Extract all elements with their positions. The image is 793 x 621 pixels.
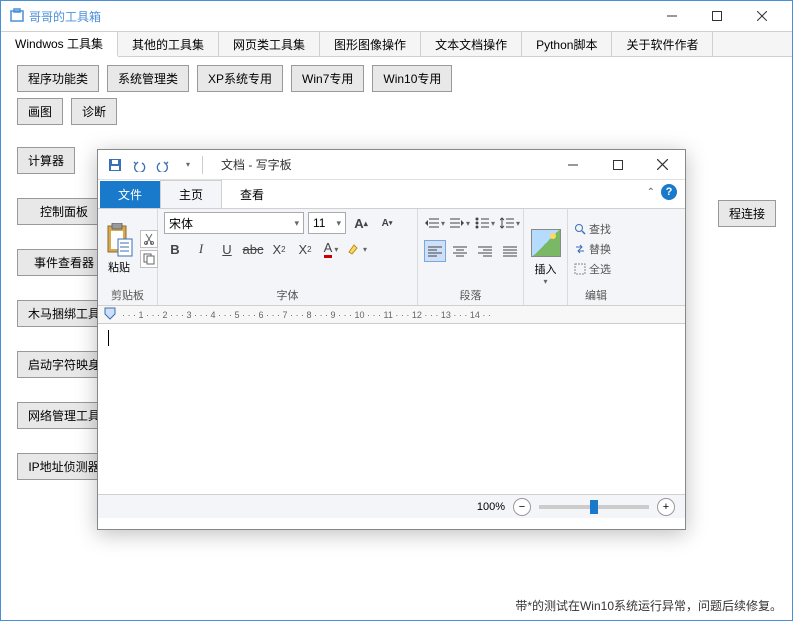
superscript-button[interactable]: X2 (294, 238, 316, 260)
paste-label: 粘贴 (108, 259, 130, 275)
ruler[interactable]: · · · 1 · · · 2 · · · 3 · · · 4 · · · 5 … (98, 306, 685, 324)
insert-picture-button[interactable]: 插入 ▾ (531, 229, 561, 286)
save-icon[interactable] (104, 154, 126, 176)
close-button[interactable] (739, 2, 784, 30)
font-name-select[interactable]: 宋体▾ (164, 212, 304, 234)
category-button[interactable]: 程序功能类 (17, 65, 99, 92)
menu-tab[interactable]: 文本文档操作 (421, 32, 522, 56)
category-button[interactable]: Win7专用 (291, 65, 364, 92)
view-tab[interactable]: 查看 (222, 181, 282, 208)
find-button[interactable]: 查找 (574, 221, 611, 237)
edit-label: 编辑 (574, 286, 618, 304)
home-tab[interactable]: 主页 (160, 180, 222, 208)
edit-group: 查找 替换 全选 编辑 (568, 209, 624, 305)
align-left-button[interactable] (424, 240, 446, 262)
menubar: Windwos 工具集 其他的工具集 网页类工具集 图形图像操作 文本文档操作 … (1, 31, 792, 57)
menu-tab[interactable]: Python脚本 (522, 32, 612, 56)
menu-tab[interactable]: 其他的工具集 (118, 32, 219, 56)
grow-font-button[interactable]: A▴ (350, 212, 372, 234)
insert-group-label (530, 302, 561, 304)
zoom-slider[interactable] (539, 505, 649, 509)
undo-icon[interactable] (128, 154, 150, 176)
align-center-button[interactable] (449, 240, 471, 262)
tool-button[interactable]: 程连接 (718, 200, 776, 227)
menu-tab[interactable]: 关于软件作者 (612, 32, 713, 56)
footer-note: 带*的测试在Win10系统运行异常，问题后续修复。 (515, 597, 782, 614)
file-tab[interactable]: 文件 (100, 181, 160, 208)
indent-marker-icon[interactable] (104, 307, 116, 323)
para-label: 段落 (424, 286, 517, 304)
font-color-button[interactable]: A (320, 238, 342, 260)
shrink-font-button[interactable]: A▾ (376, 212, 398, 234)
select-all-button[interactable]: 全选 (574, 261, 611, 277)
status-bar: 100% − + (98, 494, 685, 518)
underline-button[interactable]: U (216, 238, 238, 260)
category-button[interactable]: XP系统专用 (197, 65, 283, 92)
ribbon-tabs: 文件 主页 查看 ⌃ ? (98, 180, 685, 208)
insert-label: 插入 (535, 261, 557, 277)
italic-button[interactable]: I (190, 238, 212, 260)
justify-button[interactable] (499, 240, 521, 262)
bold-button[interactable]: B (164, 238, 186, 260)
tool-row: 画图 诊断 (1, 96, 792, 129)
redo-icon[interactable] (152, 154, 174, 176)
zoom-value: 100% (477, 501, 505, 513)
insert-group: 插入 ▾ (524, 209, 568, 305)
category-button[interactable]: 系统管理类 (107, 65, 189, 92)
tool-button[interactable]: 画图 (17, 98, 63, 125)
cut-button[interactable] (140, 230, 158, 248)
text-cursor (108, 330, 109, 346)
tool-button[interactable]: 计算器 (17, 147, 75, 174)
ribbon: 粘贴 剪贴板 宋体▾ 11▾ A▴ A▾ (98, 208, 685, 306)
decrease-indent-button[interactable] (424, 212, 446, 234)
clipboard-group: 粘贴 剪贴板 (98, 209, 158, 305)
quick-access-toolbar (98, 154, 211, 176)
line-spacing-button[interactable] (499, 212, 521, 234)
zoom-out-button[interactable]: − (513, 498, 531, 516)
minimize-button[interactable] (649, 2, 694, 30)
zoom-in-button[interactable]: + (657, 498, 675, 516)
strikethrough-button[interactable]: abc (242, 238, 264, 260)
ribbon-collapse-icon[interactable]: ⌃ (647, 187, 655, 198)
wp-maximize-button[interactable] (595, 151, 640, 179)
wordpad-title: 文档 - 写字板 (211, 156, 550, 173)
document-canvas[interactable] (98, 324, 685, 494)
wp-minimize-button[interactable] (550, 151, 595, 179)
clipboard-label: 剪贴板 (104, 286, 151, 304)
font-size-select[interactable]: 11▾ (308, 212, 346, 234)
menu-tab[interactable]: 图形图像操作 (320, 32, 421, 56)
subscript-button[interactable]: X2 (268, 238, 290, 260)
parent-titlebar[interactable]: 哥哥的工具箱 (1, 1, 792, 31)
highlight-button[interactable] (346, 238, 368, 260)
paragraph-group: 段落 (418, 209, 524, 305)
replace-button[interactable]: 替换 (574, 241, 611, 257)
menu-tab[interactable]: 网页类工具集 (219, 32, 320, 56)
copy-button[interactable] (140, 250, 158, 268)
toolbox-window: 哥哥的工具箱 Windwos 工具集 其他的工具集 网页类工具集 图形图像操作 … (0, 0, 793, 621)
help-icon[interactable]: ? (661, 184, 677, 200)
category-row: 程序功能类 系统管理类 XP系统专用 Win7专用 Win10专用 (1, 57, 792, 96)
parent-title: 哥哥的工具箱 (29, 8, 649, 25)
menu-tab[interactable]: Windwos 工具集 (1, 32, 118, 57)
wp-close-button[interactable] (640, 151, 685, 179)
wordpad-window: 文档 - 写字板 文件 主页 查看 ⌃ ? 粘贴 (97, 149, 686, 530)
maximize-button[interactable] (694, 2, 739, 30)
bullets-button[interactable] (474, 212, 496, 234)
picture-icon (531, 229, 561, 257)
align-right-button[interactable] (474, 240, 496, 262)
app-icon (9, 8, 25, 24)
font-group: 宋体▾ 11▾ A▴ A▾ B I U abc X2 X2 A 字体 (158, 209, 418, 305)
paste-button[interactable]: 粘贴 (104, 223, 134, 275)
increase-indent-button[interactable] (449, 212, 471, 234)
font-label: 字体 (164, 286, 411, 304)
qat-dropdown-icon[interactable] (176, 154, 198, 176)
tool-button[interactable]: 诊断 (71, 98, 117, 125)
category-button[interactable]: Win10专用 (372, 65, 452, 92)
wordpad-titlebar[interactable]: 文档 - 写字板 (98, 150, 685, 180)
